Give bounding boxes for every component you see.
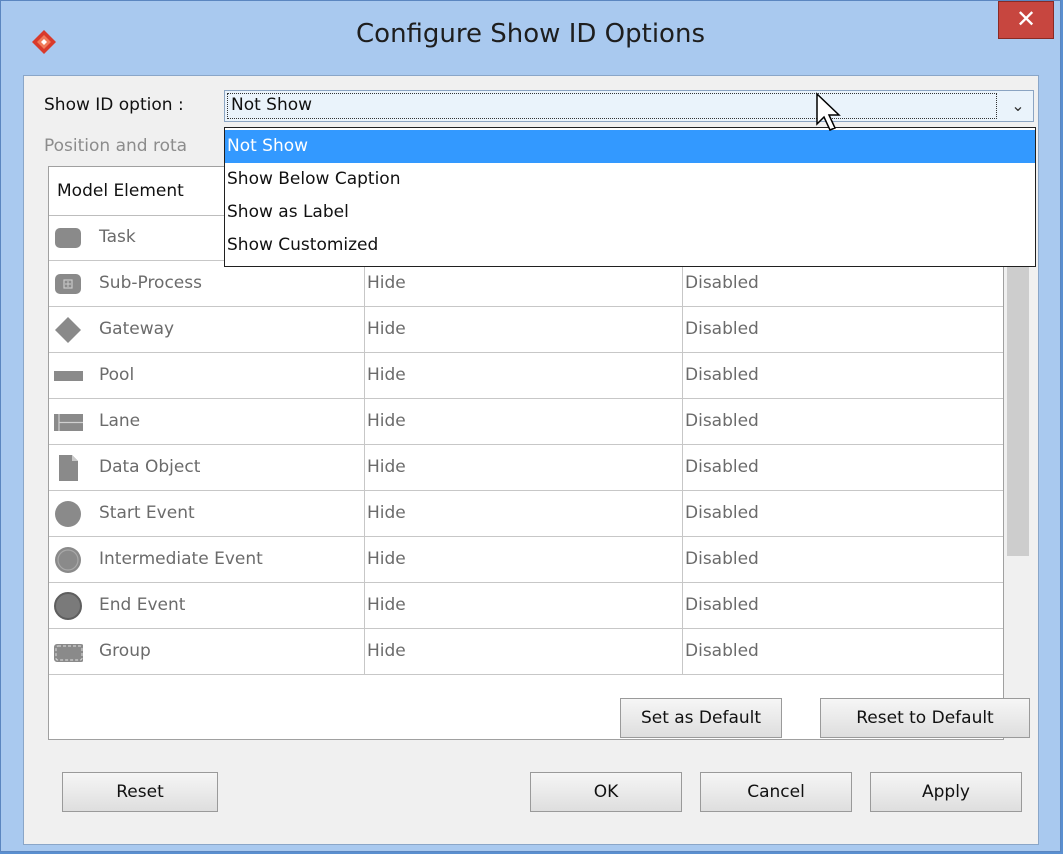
cancel-button[interactable]: Cancel [700,772,852,812]
dropdown-option-show-customized[interactable]: Show Customized [225,229,1035,262]
reset-to-default-button[interactable]: Reset to Default [820,698,1030,738]
show-id-option-dropdown-list[interactable]: Not Show Show Below Caption Show as Labe… [224,127,1036,267]
row-id-visibility[interactable]: Hide [365,537,683,582]
table-row[interactable]: End Event Hide Disabled [49,583,1003,629]
scrollbar-thumb[interactable] [1007,236,1029,556]
show-id-option-combo[interactable]: Not Show ⌄ [224,90,1034,122]
table-row[interactable]: Group Hide Disabled [49,629,1003,675]
pool-icon [54,371,83,381]
mouse-pointer-icon [816,92,841,131]
row-id-visibility[interactable]: Hide [365,583,683,628]
table-row[interactable]: Intermediate Event Hide Disabled [49,537,1003,583]
row-id-visibility[interactable]: Hide [365,629,683,674]
position-rotation-label: Position and rota [44,136,188,156]
row-element-name: Gateway [99,319,175,339]
row-id-visibility[interactable]: Hide [365,353,683,398]
table-row[interactable]: Data Object Hide Disabled [49,445,1003,491]
intermediate-event-icon [55,547,81,573]
row-id-visibility[interactable]: Hide [365,399,683,444]
combo-focus-rect [227,93,997,119]
lane-icon [54,414,83,431]
table-row[interactable]: Start Event Hide Disabled [49,491,1003,537]
dropdown-option-show-as-label[interactable]: Show as Label [225,196,1035,229]
table-row[interactable]: Sub-Process Hide Disabled [49,261,1003,307]
row-id-state[interactable]: Disabled [683,307,1003,352]
row-element-name: Group [99,641,151,661]
row-id-visibility[interactable]: Hide [365,491,683,536]
row-id-visibility[interactable]: Hide [365,445,683,490]
close-icon: ✕ [1015,5,1037,33]
table-row[interactable]: Lane Hide Disabled [49,399,1003,445]
gateway-icon [55,317,81,343]
row-element-name: Task [99,227,136,247]
dropdown-option-show-below-caption[interactable]: Show Below Caption [225,163,1035,196]
row-id-state[interactable]: Disabled [683,491,1003,536]
end-event-icon [54,592,82,620]
row-id-state[interactable]: Disabled [683,583,1003,628]
reset-button[interactable]: Reset [62,772,218,812]
row-id-state[interactable]: Disabled [683,445,1003,490]
row-id-state[interactable]: Disabled [683,399,1003,444]
row-element-name: Start Event [99,503,195,523]
combo-selected-value: Not Show [231,95,313,115]
row-id-state[interactable]: Disabled [683,537,1003,582]
table-row[interactable]: Gateway Hide Disabled [49,307,1003,353]
row-element-name: Lane [99,411,141,431]
show-id-option-label: Show ID option : [44,95,184,115]
table-row[interactable]: Pool Hide Disabled [49,353,1003,399]
apply-button[interactable]: Apply [870,772,1022,812]
task-icon [55,228,81,248]
row-id-visibility[interactable]: Hide [365,307,683,352]
chevron-down-icon[interactable]: ⌄ [1007,95,1029,117]
row-id-state[interactable]: Disabled [683,353,1003,398]
dropdown-option-not-show[interactable]: Not Show [225,130,1035,163]
ok-button[interactable]: OK [530,772,682,812]
title-bar[interactable]: Configure Show ID Options ✕ [1,1,1060,71]
row-id-state[interactable]: Disabled [683,261,1003,306]
group-icon [54,644,83,662]
start-event-icon [55,501,81,527]
row-id-state[interactable]: Disabled [683,629,1003,674]
data-object-icon [59,455,78,481]
row-element-name: Pool [99,365,135,385]
row-id-visibility[interactable]: Hide [365,261,683,306]
set-as-default-button[interactable]: Set as Default [620,698,782,738]
close-button[interactable]: ✕ [998,1,1054,39]
window-title: Configure Show ID Options [356,19,705,49]
row-element-name: Data Object [99,457,201,477]
row-element-name: Intermediate Event [99,549,263,569]
sub-process-icon [55,274,81,294]
row-element-name: End Event [99,595,186,615]
row-element-name: Sub-Process [99,273,202,293]
